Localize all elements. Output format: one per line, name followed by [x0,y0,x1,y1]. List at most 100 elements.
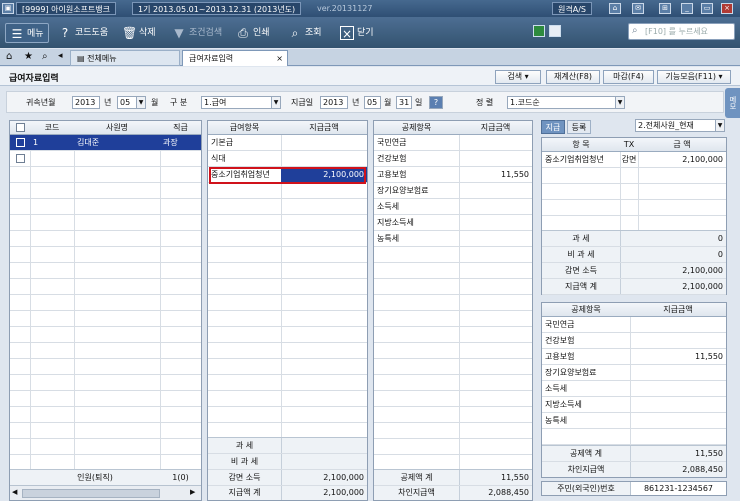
table-row[interactable] [374,359,532,375]
table-row[interactable] [374,343,532,359]
table-row[interactable]: 감면 소득 2,100,000 [542,263,726,279]
table-row[interactable]: 중소기업취업청년 감면 2,100,000 [542,152,726,168]
lock-icon[interactable]: ⊞ [659,3,671,14]
row-checkbox[interactable] [10,375,30,390]
table-row[interactable]: 과 세 0 [542,231,726,247]
table-row[interactable] [208,215,367,231]
table-row[interactable] [374,263,532,279]
scroll-right-icon[interactable]: ▶ [190,488,195,496]
functions-button[interactable]: 기능모음(F11) ▾ [657,70,731,84]
col-rank[interactable]: 직급 [160,121,201,135]
excel-icon[interactable] [533,25,545,37]
table-row[interactable]: 지방소득세 [542,397,726,413]
row-checkbox[interactable] [10,439,30,454]
table-row[interactable] [10,311,201,327]
code-help-button[interactable]: ? 코드도움 [58,23,108,43]
row-checkbox[interactable] [10,135,30,150]
horizontal-scrollbar[interactable]: ◀ ▶ [10,485,201,500]
menu-button[interactable]: ☰ 메뉴 [5,23,49,43]
table-row[interactable] [10,247,201,263]
row-checkbox[interactable] [10,423,30,438]
table-row[interactable] [10,295,201,311]
pay-amount[interactable] [281,327,367,342]
ded-amount[interactable] [459,327,532,342]
tab-close-icon[interactable]: × [276,51,283,66]
table-row[interactable]: 비 과 세 0 [542,247,726,263]
row-checkbox[interactable] [10,215,30,230]
table-row[interactable] [10,375,201,391]
ded-amount[interactable] [459,263,532,278]
table-row[interactable] [10,279,201,295]
row-checkbox[interactable] [10,263,30,278]
ded-amount[interactable] [459,151,532,166]
scroll-left-icon[interactable]: ◀ [12,488,17,496]
table-row[interactable] [10,199,201,215]
col-pay-amount[interactable]: 지급금액 [281,121,367,135]
table-row[interactable] [374,295,532,311]
row-checkbox[interactable] [10,183,30,198]
table-row[interactable]: 건강보험 [374,151,532,167]
pay-amount[interactable] [281,231,367,246]
minimize-icon[interactable]: _ [681,3,693,14]
table-row[interactable] [208,423,367,437]
ded-amount[interactable] [459,279,532,294]
pay-amount[interactable] [281,407,367,422]
ded-amount[interactable] [459,215,532,230]
search-dropdown-button[interactable]: 검색 ▾ [495,70,541,84]
table-row[interactable]: 농특세 [374,231,532,247]
table-row[interactable] [542,168,726,184]
table-row[interactable] [208,311,367,327]
attr-month-select[interactable]: 05 ▼ [117,96,146,109]
table-row[interactable] [10,183,201,199]
table-row[interactable]: 소득세 [374,199,532,215]
home-icon[interactable]: ⌂ [609,3,621,14]
row-checkbox[interactable] [10,295,30,310]
row-checkbox[interactable] [10,359,30,374]
attr-year-input[interactable]: 2013 [72,96,100,109]
ded-amount[interactable] [459,359,532,374]
table-row[interactable]: 국민연금 [542,317,726,333]
ded-amount[interactable] [459,375,532,390]
pay-year-input[interactable]: 2013 [320,96,348,109]
table-row[interactable] [374,455,532,469]
table-row[interactable] [374,375,532,391]
table-row[interactable] [10,263,201,279]
favorite-icon[interactable]: ★ [24,51,33,62]
condition-search-button[interactable]: ▼ 조건검색 [172,23,222,43]
pay-amount[interactable] [281,151,367,166]
table-row[interactable] [374,327,532,343]
delete-button[interactable]: 🗑 삭제 [122,23,156,43]
select-all-checkbox[interactable] [15,123,25,132]
sort-select[interactable]: 1.코드순 ▼ [507,96,625,109]
ded-amount[interactable] [459,231,532,246]
row-checkbox[interactable] [10,407,30,422]
table-row[interactable]: 고용보험 11,550 [374,167,532,183]
pay-amount[interactable] [281,199,367,214]
col-ded-item[interactable]: 공제항목 [374,121,459,135]
pay-amount[interactable] [281,391,367,406]
pay-amount[interactable] [281,247,367,262]
pay-amount[interactable] [281,359,367,374]
ded-amount[interactable] [459,247,532,262]
pay-amount[interactable] [281,311,367,326]
table-row[interactable] [374,279,532,295]
table-row[interactable]: 농특세 [542,413,726,429]
ded-amount[interactable] [459,391,532,406]
pay-amount[interactable] [281,183,367,198]
table-row[interactable] [10,343,201,359]
find-icon[interactable]: ⌕ [42,51,48,62]
table-row[interactable] [542,184,726,200]
ded-amount[interactable] [459,455,532,469]
table-row[interactable] [10,327,201,343]
employee-mode-select[interactable]: 2.전체사원_현재 ▼ [635,119,725,132]
table-row[interactable] [374,311,532,327]
scroll-thumb[interactable] [22,489,160,498]
memo-side-tab[interactable]: 메모 [725,88,740,118]
table-row[interactable]: 식대 [208,151,367,167]
table-row[interactable] [374,423,532,439]
remote-support-button[interactable]: 원격A/S [552,2,592,15]
table-row[interactable] [10,167,201,183]
pay-month-input[interactable]: 05 [364,96,381,109]
tab-payroll-input[interactable]: 급여자료입력 × [182,50,288,66]
table-row[interactable]: 장기요양보험료 [374,183,532,199]
